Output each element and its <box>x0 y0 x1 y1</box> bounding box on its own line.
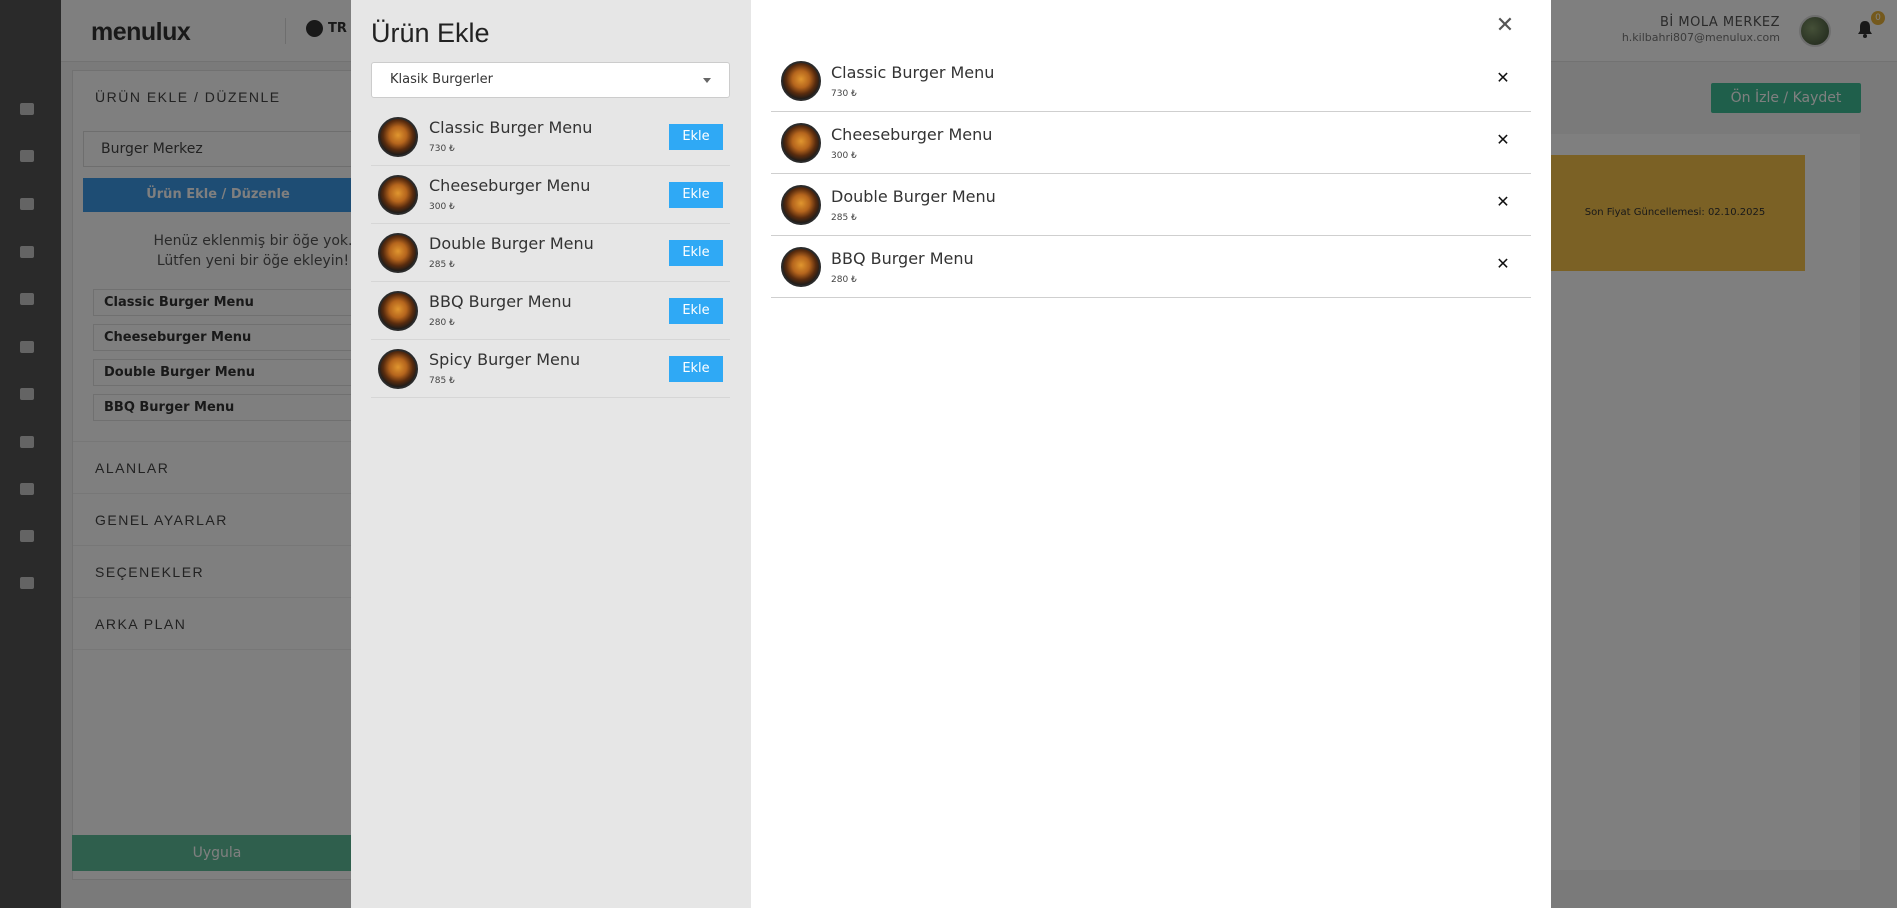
category-selected-value: Klasik Burgerler <box>390 72 493 87</box>
product-image <box>378 291 418 331</box>
product-image <box>781 185 821 225</box>
remove-icon[interactable]: ✕ <box>1495 70 1511 86</box>
add-button[interactable]: Ekle <box>669 356 723 382</box>
add-button[interactable]: Ekle <box>669 182 723 208</box>
product-name: Cheeseburger Menu <box>831 125 993 144</box>
product-name: Cheeseburger Menu <box>429 176 591 195</box>
list-item: Cheeseburger Menu 300 ₺ Ekle <box>371 166 730 224</box>
product-price: 730 ₺ <box>429 144 455 154</box>
add-product-modal: Ürün Ekle Klasik Burgerler Classic Burge… <box>351 0 1551 908</box>
product-price: 785 ₺ <box>429 376 455 386</box>
remove-icon[interactable]: ✕ <box>1495 256 1511 272</box>
available-product-list: Classic Burger Menu 730 ₺ Ekle Cheesebur… <box>371 108 730 398</box>
product-image <box>378 349 418 389</box>
product-name: Spicy Burger Menu <box>429 350 581 369</box>
product-picker-pane: Ürün Ekle Klasik Burgerler Classic Burge… <box>351 0 751 908</box>
product-name: Classic Burger Menu <box>429 118 593 137</box>
product-image <box>781 123 821 163</box>
product-price: 300 ₺ <box>831 151 857 161</box>
list-item: Double Burger Menu 285 ₺ ✕ <box>771 174 1531 236</box>
product-price: 280 ₺ <box>429 318 455 328</box>
add-button[interactable]: Ekle <box>669 298 723 324</box>
product-image <box>781 61 821 101</box>
product-price: 730 ₺ <box>831 89 857 99</box>
product-image <box>378 117 418 157</box>
product-name: BBQ Burger Menu <box>429 292 572 311</box>
list-item: Spicy Burger Menu 785 ₺ Ekle <box>371 340 730 398</box>
product-name: BBQ Burger Menu <box>831 249 974 268</box>
product-image <box>781 247 821 287</box>
product-name: Double Burger Menu <box>429 234 594 253</box>
add-button[interactable]: Ekle <box>669 240 723 266</box>
remove-icon[interactable]: ✕ <box>1495 194 1511 210</box>
list-item: Classic Burger Menu 730 ₺ ✕ <box>771 50 1531 112</box>
product-image <box>378 233 418 273</box>
product-image <box>378 175 418 215</box>
product-name: Classic Burger Menu <box>831 63 995 82</box>
chevron-down-icon <box>703 78 711 83</box>
list-item: Classic Burger Menu 730 ₺ Ekle <box>371 108 730 166</box>
category-select[interactable]: Klasik Burgerler <box>371 62 730 98</box>
product-name: Double Burger Menu <box>831 187 996 206</box>
modal-title: Ürün Ekle <box>371 18 490 48</box>
close-icon[interactable]: ✕ <box>1495 15 1515 37</box>
product-price: 300 ₺ <box>429 202 455 212</box>
list-item: Cheeseburger Menu 300 ₺ ✕ <box>771 112 1531 174</box>
list-item: BBQ Burger Menu 280 ₺ ✕ <box>771 236 1531 298</box>
product-price: 285 ₺ <box>429 260 455 270</box>
add-button[interactable]: Ekle <box>669 124 723 150</box>
list-item: Double Burger Menu 285 ₺ Ekle <box>371 224 730 282</box>
product-price: 280 ₺ <box>831 275 857 285</box>
selected-product-list: Classic Burger Menu 730 ₺ ✕ Cheeseburger… <box>771 50 1531 298</box>
list-item: BBQ Burger Menu 280 ₺ Ekle <box>371 282 730 340</box>
product-price: 285 ₺ <box>831 213 857 223</box>
remove-icon[interactable]: ✕ <box>1495 132 1511 148</box>
